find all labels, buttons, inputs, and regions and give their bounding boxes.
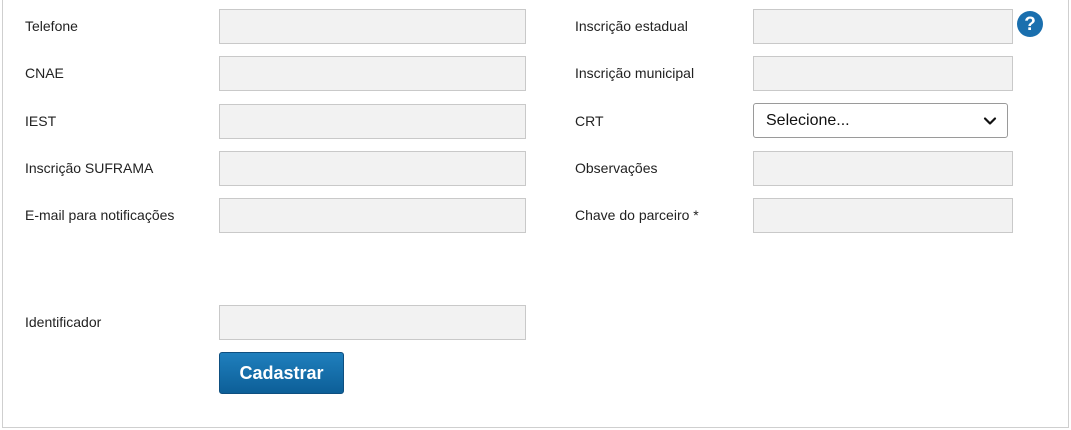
inscricao-municipal-field[interactable] xyxy=(753,56,1013,91)
identificador-label: Identificador xyxy=(25,314,102,330)
cnae-field[interactable] xyxy=(219,56,526,91)
telefone-field[interactable] xyxy=(219,9,526,44)
crt-selected-value: Selecione... xyxy=(766,111,850,129)
inscricao-municipal-label: Inscrição municipal xyxy=(575,65,695,81)
observacoes-label: Observações xyxy=(575,160,658,176)
email-notificacoes-field[interactable] xyxy=(219,198,526,233)
chave-parceiro-field[interactable] xyxy=(753,198,1013,233)
suframa-label: Inscrição SUFRAMA xyxy=(25,160,154,176)
identificador-field[interactable] xyxy=(219,305,526,340)
crt-select[interactable]: Selecione... xyxy=(753,103,1008,138)
crt-label: CRT xyxy=(575,113,604,129)
observacoes-field[interactable] xyxy=(753,151,1013,186)
chevron-down-icon xyxy=(983,116,997,125)
chave-parceiro-label: Chave do parceiro * xyxy=(575,207,699,223)
iest-label: IEST xyxy=(25,113,57,129)
email-notificacoes-label: E-mail para notificações xyxy=(25,207,175,223)
inscricao-estadual-field[interactable] xyxy=(753,9,1013,44)
cadastrar-button[interactable]: Cadastrar xyxy=(219,352,344,394)
iest-field[interactable] xyxy=(219,104,526,139)
help-question-icon[interactable]: ? xyxy=(1017,11,1043,37)
suframa-field[interactable] xyxy=(219,151,526,186)
telefone-label: Telefone xyxy=(25,18,78,34)
cnae-label: CNAE xyxy=(25,65,64,81)
inscricao-estadual-label: Inscrição estadual xyxy=(575,18,688,34)
